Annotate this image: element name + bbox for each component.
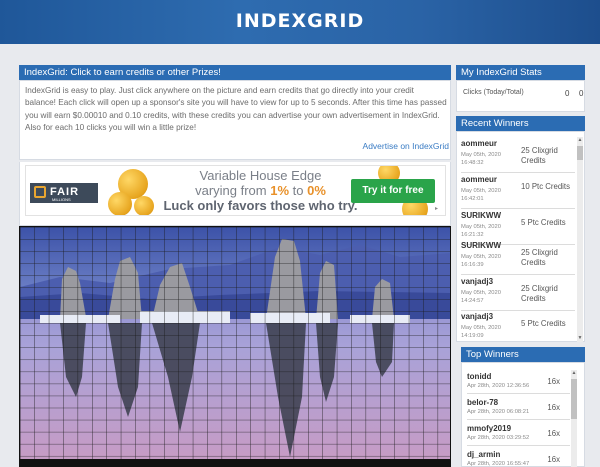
clicks-today: 0 <box>565 89 570 98</box>
list-item: mmofy2019 Apr 28th, 2020 03:29:52 16x <box>467 422 570 446</box>
top-winners-list: tonidd Apr 28th, 2020 12:36:56 16x belor… <box>467 370 570 467</box>
grid-image[interactable] <box>20 227 451 467</box>
try-free-button[interactable]: Try it for free <box>351 179 435 203</box>
list-item: aommeur May 05th, 2020 16:42:01 10 Ptc C… <box>461 173 575 209</box>
scroll-thumb[interactable] <box>571 379 577 419</box>
list-item: vanjadj3 May 05th, 2020 14:24:57 25 Clix… <box>461 275 575 311</box>
banner-headline: Variable House Edge varying from 1% to 0… <box>163 168 358 213</box>
scroll-thumb[interactable] <box>577 146 583 160</box>
top-winners-title: Top Winners <box>461 347 585 362</box>
sponsor-banner[interactable]: FAIR MILLIONS Variable House Edge varying… <box>25 165 446 216</box>
recent-winners-list: aommeur May 05th, 2020 16:48:32 25 Clixg… <box>461 137 575 342</box>
list-item: vanjadj3 May 05th, 2020 14:19:09 5 Ptc C… <box>461 310 575 342</box>
coin-icon <box>134 196 154 215</box>
list-item: belor-78 Apr 28th, 2020 06:08:21 16x <box>467 396 570 420</box>
site-header: INDEXGRID <box>0 0 600 44</box>
list-item: aommeur May 05th, 2020 16:48:32 25 Clixg… <box>461 137 575 173</box>
top-winners-scrollbar[interactable]: ▲ <box>571 370 577 467</box>
scroll-up-icon[interactable]: ▲ <box>571 370 577 377</box>
scroll-down-icon[interactable]: ▼ <box>577 335 583 342</box>
clicks-stat: Clicks (Today/Total) 0 0 <box>463 89 584 98</box>
site-title[interactable]: INDEXGRID <box>0 10 600 32</box>
recent-winners-scrollbar[interactable]: ▲ ▼ <box>577 137 583 342</box>
list-item: tonidd Apr 28th, 2020 12:36:56 16x <box>467 370 570 394</box>
clicks-total: 0 <box>579 89 584 98</box>
adchoices-icon[interactable]: ▸ <box>435 205 443 213</box>
clicks-label: Clicks (Today/Total) <box>463 89 524 96</box>
fairmillions-logo: FAIR MILLIONS <box>30 183 98 203</box>
scroll-up-icon[interactable]: ▲ <box>577 137 583 144</box>
grid-panel-title: IndexGrid: Click to earn credits or othe… <box>19 65 451 80</box>
coin-icon <box>108 192 132 215</box>
click-grid-picture[interactable] <box>19 226 451 467</box>
advertise-link[interactable]: Advertise on IndexGrid <box>363 141 449 151</box>
list-item: SURIKWW May 05th, 2020 16:16:39 25 Clixg… <box>461 239 575 275</box>
recent-winners-title: Recent Winners <box>456 116 585 131</box>
stats-panel-title: My IndexGrid Stats <box>456 65 585 80</box>
list-item: dj_armin Apr 28th, 2020 16:55:47 16x <box>467 448 570 467</box>
grid-description: IndexGrid is easy to play. Just click an… <box>25 86 447 133</box>
